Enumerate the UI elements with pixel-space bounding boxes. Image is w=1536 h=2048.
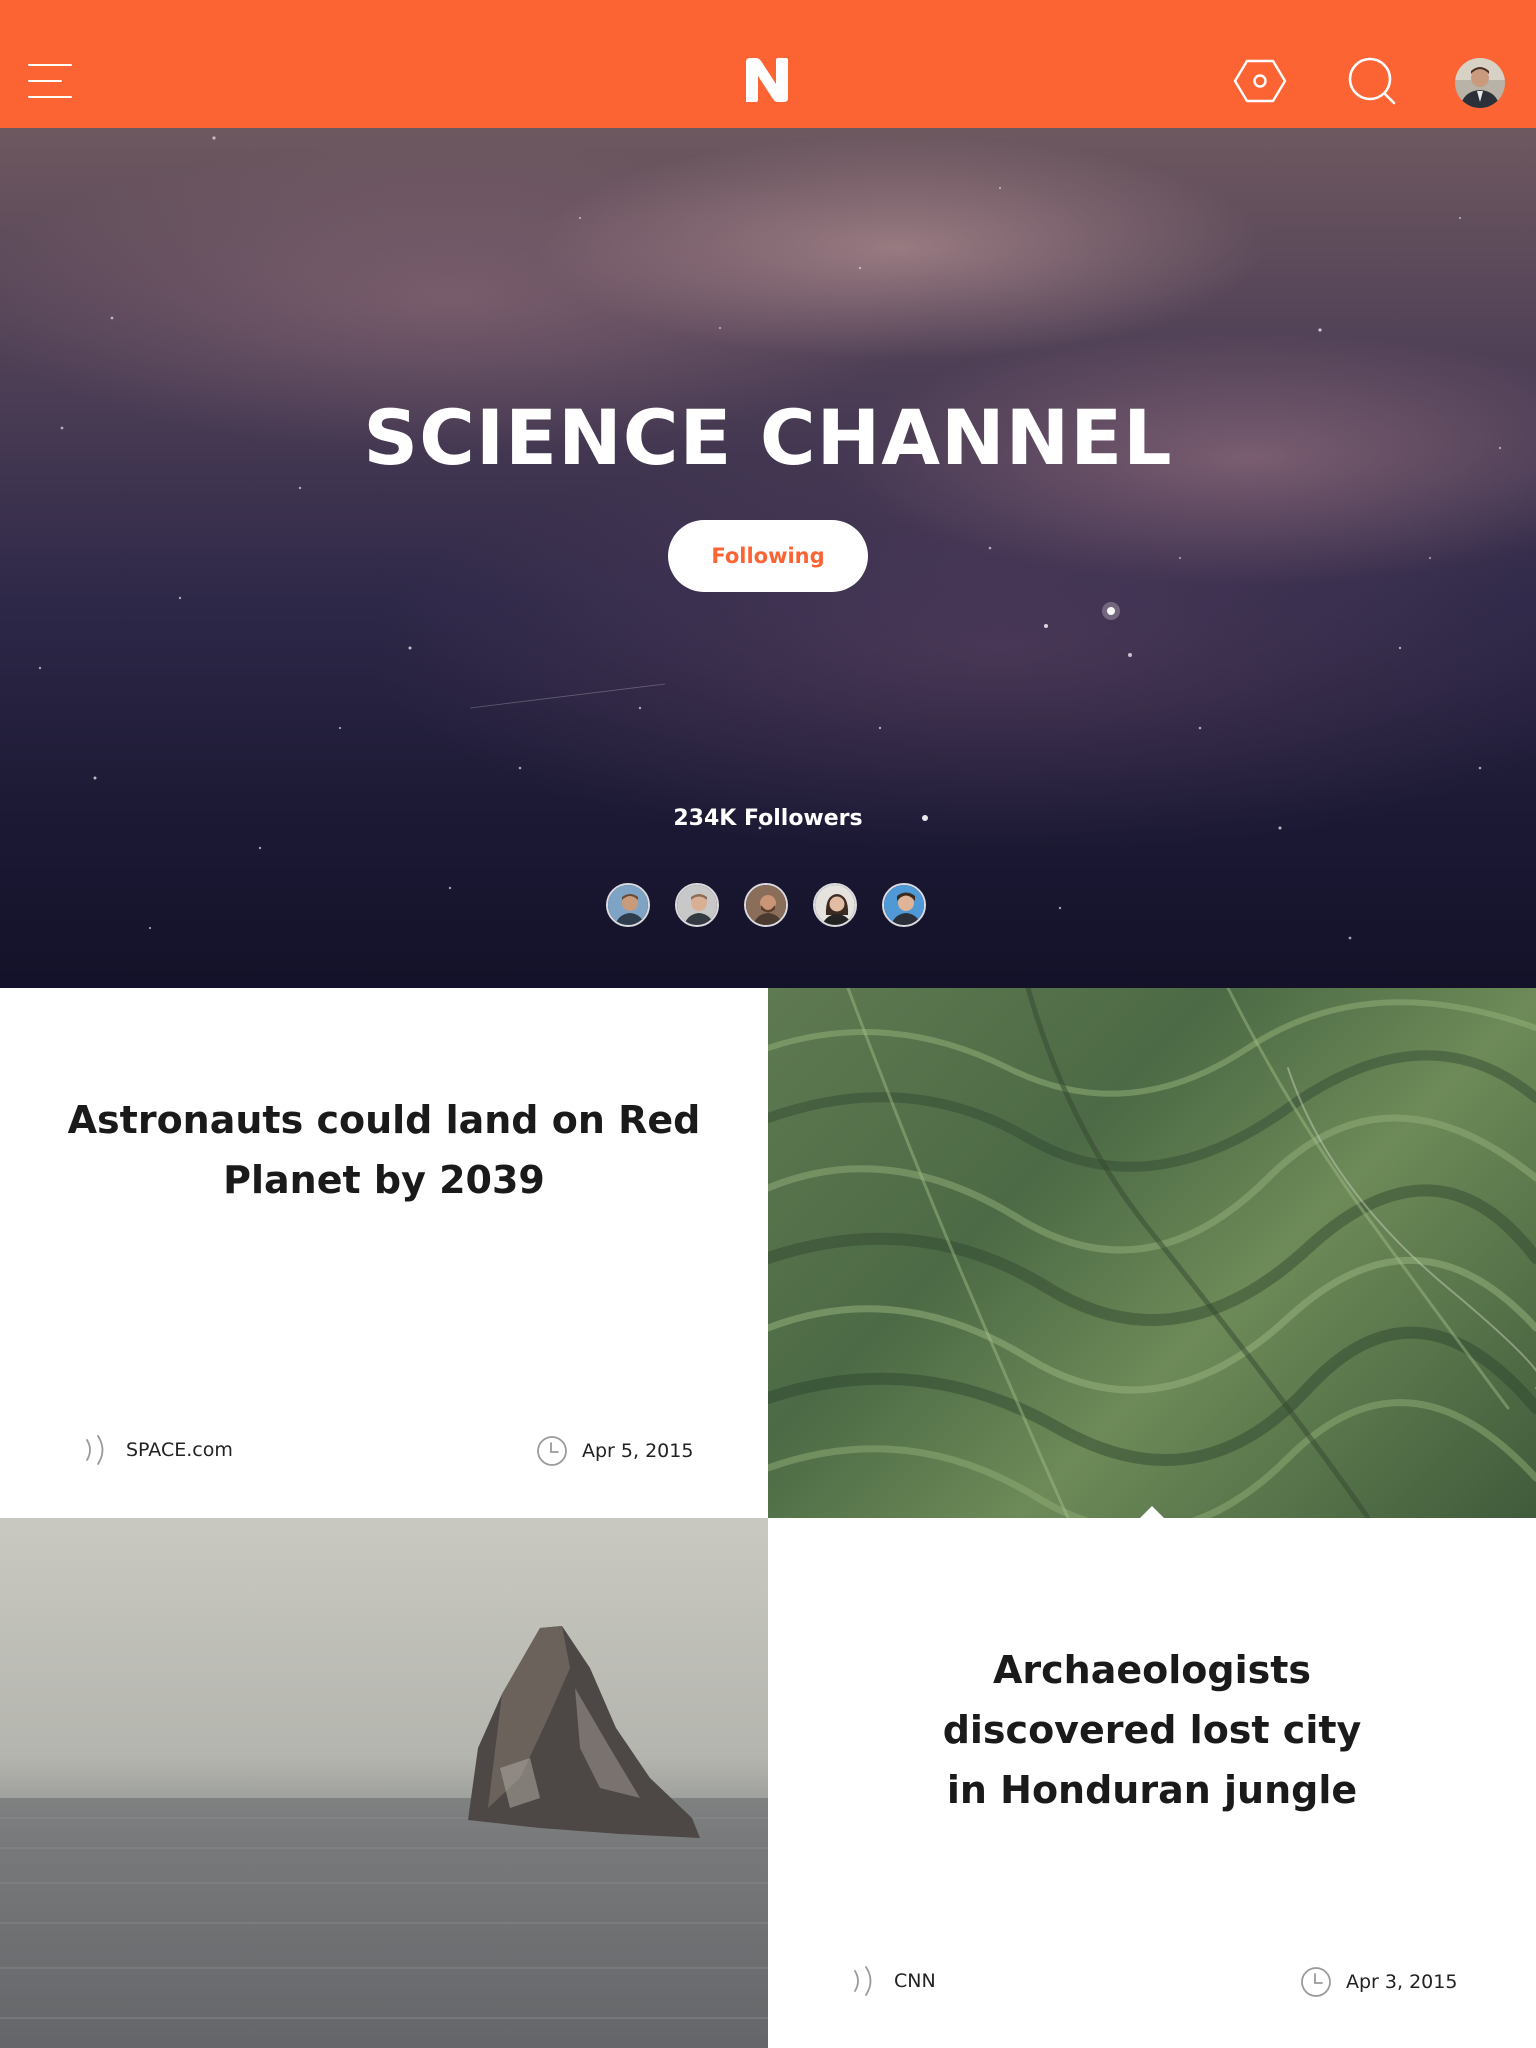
- top-navigation-bar: [0, 0, 1536, 128]
- clock-icon: [537, 1436, 567, 1466]
- card-pointer: [1140, 1506, 1164, 1518]
- search-icon[interactable]: [1345, 54, 1399, 108]
- article-source[interactable]: CNN: [850, 1964, 936, 1998]
- follower-avatar[interactable]: [675, 883, 719, 927]
- channel-hero: SCIENCE CHANNEL Following 234K Followers: [0, 128, 1536, 988]
- article-headline[interactable]: Archaeologists discovered lost city in H…: [768, 1640, 1536, 1820]
- follower-avatars: [606, 883, 930, 929]
- article-image-sea-rock[interactable]: [0, 1518, 768, 2048]
- clock-icon: [1301, 1967, 1331, 1997]
- article-source-name: SPACE.com: [126, 1439, 233, 1461]
- article-date: Apr 3, 2015: [1300, 1965, 1457, 1999]
- follower-avatar[interactable]: [882, 883, 926, 927]
- source-broadcast-icon: [86, 1435, 104, 1465]
- follower-avatar[interactable]: [606, 883, 650, 927]
- article-image-mountains[interactable]: [768, 988, 1536, 1518]
- profile-avatar[interactable]: [1455, 58, 1505, 108]
- hexagon-settings-icon[interactable]: [1233, 54, 1287, 108]
- followers-count[interactable]: 234K Followers: [0, 806, 1536, 831]
- follower-avatar[interactable]: [813, 883, 857, 927]
- app-logo[interactable]: [742, 56, 792, 104]
- article-headline[interactable]: Astronauts could land on Red Planet by 2…: [0, 1090, 768, 1210]
- channel-title: SCIENCE CHANNEL: [363, 393, 1173, 482]
- article-date-text: Apr 5, 2015: [582, 1440, 694, 1462]
- article-date: Apr 5, 2015: [536, 1434, 693, 1468]
- follower-avatar[interactable]: [744, 883, 788, 927]
- hamburger-menu-icon[interactable]: [28, 64, 72, 98]
- article-source-name: CNN: [894, 1970, 936, 1992]
- following-button[interactable]: Following: [668, 520, 868, 592]
- source-broadcast-icon: [854, 1966, 872, 1996]
- article-source[interactable]: SPACE.com: [82, 1433, 233, 1467]
- article-date-text: Apr 3, 2015: [1346, 1971, 1458, 1993]
